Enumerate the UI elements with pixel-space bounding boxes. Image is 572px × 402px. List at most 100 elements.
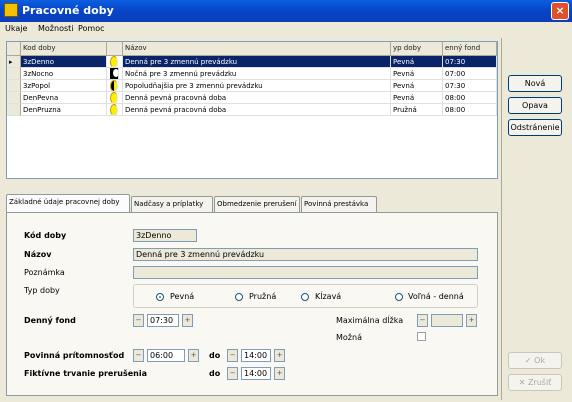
poznamka-input[interactable] [133, 266, 478, 279]
radio-klzava[interactable] [301, 293, 309, 301]
radio-klzava-label: Kĺzavá [315, 292, 342, 301]
cell-nazov: Denná pre 3 zmennú prevádzku [123, 56, 391, 68]
window-title: Pracovné doby [22, 4, 114, 17]
grid-header-kod[interactable]: Kod doby [21, 42, 107, 55]
ok-button[interactable]: ✓ Ok [508, 352, 562, 369]
max-dlzka-increment[interactable]: + [466, 314, 477, 327]
tab-zakladne-udaje[interactable]: Základné údaje pracovnej doby [6, 194, 130, 212]
cell-typ: Pevná [391, 92, 443, 104]
cell-typ: Pevná [391, 68, 443, 80]
fond-increment[interactable]: + [182, 314, 193, 327]
radio-volna-denna-label: Voľná - denná [408, 292, 464, 301]
menu-moznosti[interactable]: Možnosti [38, 24, 74, 33]
typ-label: Typ doby [24, 286, 60, 295]
opava-button[interactable]: Opava [508, 97, 562, 114]
x-icon: ✕ [518, 378, 528, 387]
cell-kod: 3zNocno [21, 68, 107, 80]
separator [501, 38, 502, 400]
cell-nazov: Denná pevná pracovná doba [123, 104, 391, 116]
radio-pruzna-label: Pružná [249, 292, 277, 301]
povinna-od-input[interactable]: 06:00 [147, 349, 185, 362]
table-row[interactable]: DenPevna Denná pevná pracovná doba Pevná 08… [7, 92, 497, 104]
grid-header-fond[interactable]: enný fond [443, 42, 497, 55]
povinna-do-input[interactable]: 14:00 [241, 349, 271, 362]
povinna-do-decrement[interactable]: − [227, 349, 238, 362]
fiktivne-do-decrement[interactable]: − [227, 367, 238, 380]
max-dlzka-decrement[interactable]: − [417, 314, 428, 327]
grid-header-typ[interactable]: yp doby [391, 42, 443, 55]
povinna-do-increment[interactable]: + [274, 349, 285, 362]
cell-icon [107, 92, 123, 104]
povinna-od-decrement[interactable]: − [133, 349, 144, 362]
pracovne-doby-window: Pracovné doby × Ukaje Možnosti Pomoc Kod… [0, 0, 572, 402]
tab-obmedzenie[interactable]: Obmedzenie prerušení [214, 196, 300, 212]
table-row[interactable]: ▸ 3zDenno Denná pre 3 zmennú prevádzku Pevn… [7, 56, 497, 68]
fiktivne-do-increment[interactable]: + [274, 367, 285, 380]
cell-kod: DenPruzna [21, 104, 107, 116]
cell-icon [107, 80, 123, 92]
table-row[interactable]: 3zPopol Popoludňajšia pre 3 zmennú prevád… [7, 80, 497, 92]
app-icon [4, 3, 18, 17]
povinna-do-label: do [209, 351, 221, 360]
cell-icon [107, 104, 123, 116]
radio-pevna[interactable] [156, 293, 164, 301]
ok-label: Ok [534, 356, 546, 365]
sunmoon-icon [110, 80, 118, 91]
grid-header-nazov[interactable]: Názov [123, 42, 391, 55]
row-indicator [7, 68, 21, 80]
cell-kod: DenPevna [21, 92, 107, 104]
grid-header-indicator [7, 42, 21, 55]
tab-nadcasy[interactable]: Nadčasy a príplatky [131, 196, 213, 212]
fond-label: Denný fond [24, 316, 76, 325]
check-icon: ✓ [524, 356, 535, 365]
cell-nazov: Nočná pre 3 zmennú prevádzku [123, 68, 391, 80]
pracovne-doby-grid[interactable]: Kod doby Názov yp doby enný fond ▸ 3zDenn… [6, 41, 498, 179]
menu-pomoc[interactable]: Pomoc [78, 24, 105, 33]
cell-nazov: Denná pevná pracovná doba [123, 92, 391, 104]
close-button[interactable]: × [551, 2, 569, 20]
moon-icon [110, 68, 119, 79]
fiktivne-do-input[interactable]: 14:00 [241, 367, 271, 380]
title-bar: Pracovné doby × [0, 0, 572, 22]
cell-fond: 07:00 [443, 68, 497, 80]
cell-fond: 08:00 [443, 92, 497, 104]
grid-header-icon [107, 42, 123, 55]
povinna-label: Povinná prítomnosť [24, 351, 113, 360]
row-indicator [7, 80, 21, 92]
fond-decrement[interactable]: − [133, 314, 144, 327]
grid-header: Kod doby Názov yp doby enný fond [7, 42, 497, 56]
mozna-checkbox[interactable] [417, 332, 426, 341]
row-indicator [7, 104, 21, 116]
cell-typ: Pevná [391, 56, 443, 68]
radio-pevna-label: Pevná [170, 292, 195, 301]
row-indicator [7, 92, 21, 104]
nova-button[interactable]: Nová [508, 75, 562, 92]
nazov-input[interactable]: Denná pre 3 zmennú prevádzku [133, 248, 478, 261]
sun-icon [110, 104, 118, 115]
cell-kod: 3zDenno [21, 56, 107, 68]
povinna-od-increment[interactable]: + [188, 349, 199, 362]
max-dlzka-input[interactable] [431, 314, 463, 327]
kod-input[interactable]: 3zDenno [133, 229, 197, 242]
menu-ukaje[interactable]: Ukaje [5, 24, 27, 33]
sun-icon [110, 92, 118, 103]
kod-label: Kód doby [24, 231, 67, 240]
fond-input[interactable]: 07:30 [147, 314, 179, 327]
cell-icon [107, 68, 123, 80]
radio-volna-denna[interactable] [395, 293, 403, 301]
sun-icon [110, 56, 118, 67]
table-row[interactable]: 3zNocno Nočná pre 3 zmennú prevádzku Pevná… [7, 68, 497, 80]
odstranenie-button[interactable]: Odstránenie [508, 119, 562, 136]
tab-povinna-prestavka[interactable]: Povinná prestávka [301, 196, 377, 212]
cell-fond: 07:30 [443, 80, 497, 92]
cell-fond: 07:30 [443, 56, 497, 68]
poznamka-label: Poznámka [24, 268, 65, 277]
radio-pruzna[interactable] [235, 293, 243, 301]
mozna-label: Možná [336, 333, 362, 342]
fiktivne-do-label: do [209, 369, 221, 378]
cell-fond: 08:00 [443, 104, 497, 116]
fiktivne-label: Fiktívne trvanie prerušenia [24, 369, 148, 378]
table-row[interactable]: DenPruzna Denná pevná pracovná doba Pružná… [7, 104, 497, 116]
zrusit-button[interactable]: ✕ Zrušiť [508, 374, 562, 391]
cell-typ: Pružná [391, 104, 443, 116]
